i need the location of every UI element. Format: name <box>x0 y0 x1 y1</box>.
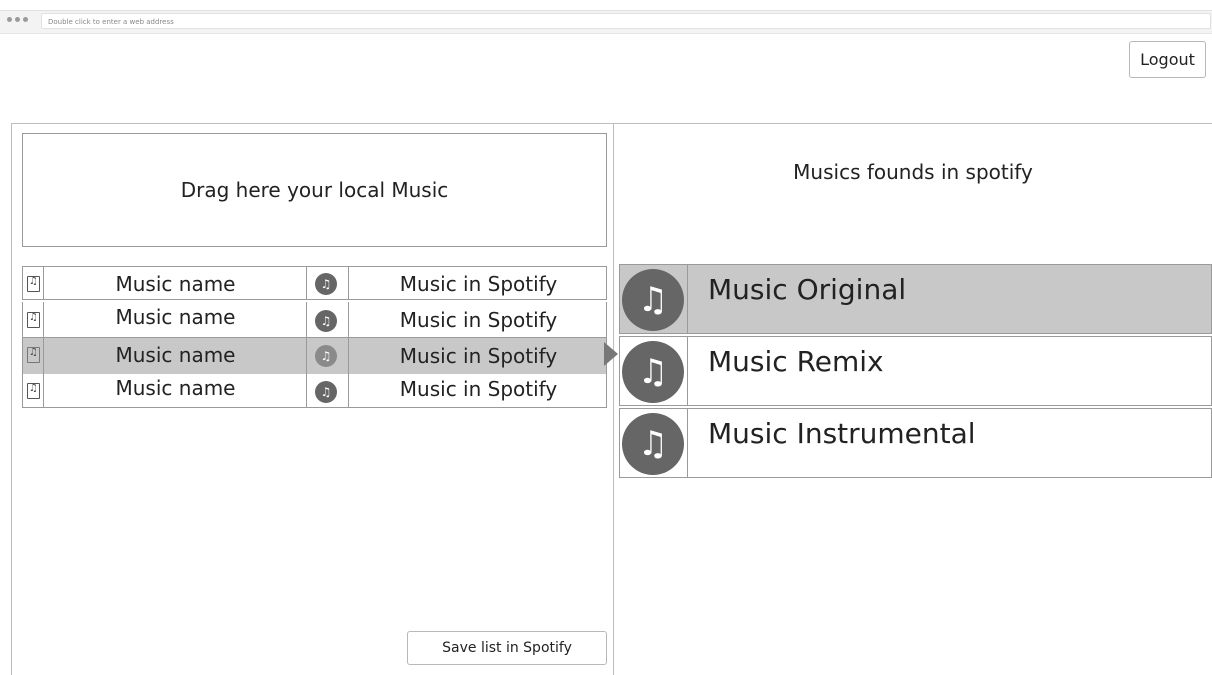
address-bar[interactable]: Double click to enter a web address <box>41 13 1211 29</box>
music-note-icon: ♫ <box>315 273 337 295</box>
music-file-icon <box>27 383 40 399</box>
window-control-dot[interactable] <box>23 17 28 22</box>
music-note-icon: ♫ <box>315 381 337 403</box>
drop-zone[interactable]: Drag here your local Music <box>22 133 607 247</box>
music-name: Music name <box>115 343 236 367</box>
result-label: Music Original <box>708 273 907 306</box>
music-in-spotify: Music in Spotify <box>399 308 558 332</box>
music-note-icon: ♫ <box>315 345 337 367</box>
music-note-icon: ♫ <box>315 310 337 332</box>
result-item-original[interactable]: ♫ Music Original <box>619 264 1212 334</box>
result-item-remix[interactable]: ♫ Music Remix <box>619 336 1212 406</box>
music-note-icon: ♫ <box>622 341 684 403</box>
music-in-spotify: Music in Spotify <box>399 272 558 296</box>
music-name: Music name <box>115 376 236 400</box>
table-row[interactable]: Music name ♫ Music in Spotify <box>22 302 607 338</box>
music-name: Music name <box>115 272 236 296</box>
browser-toolbar: Double click to enter a web address <box>0 0 1212 34</box>
music-file-icon <box>27 347 40 363</box>
table-row[interactable]: Music name ♫ Music in Spotify <box>22 266 607 300</box>
table-row-selected[interactable]: Music name ♫ Music in Spotify <box>22 338 607 374</box>
music-note-icon: ♫ <box>622 269 684 331</box>
music-name: Music name <box>115 305 236 329</box>
panel-divider <box>613 123 614 675</box>
window-control-dot[interactable] <box>15 17 20 22</box>
logout-button[interactable]: Logout <box>1129 41 1206 78</box>
music-note-icon: ♫ <box>622 413 684 475</box>
result-label: Music Instrumental <box>708 417 976 450</box>
save-list-button[interactable]: Save list in Spotify <box>407 631 607 665</box>
result-label: Music Remix <box>708 345 884 378</box>
music-file-icon <box>27 312 40 328</box>
window-control-dot[interactable] <box>7 17 12 22</box>
music-file-icon <box>27 276 40 292</box>
right-panel-top-border <box>614 123 1212 124</box>
music-in-spotify: Music in Spotify <box>399 344 558 368</box>
selection-pointer-icon <box>604 342 618 366</box>
music-in-spotify: Music in Spotify <box>399 377 558 401</box>
table-row[interactable]: Music name ♫ Music in Spotify <box>22 374 607 408</box>
result-item-instrumental[interactable]: ♫ Music Instrumental <box>619 408 1212 478</box>
results-title: Musics founds in spotify <box>793 160 1033 184</box>
